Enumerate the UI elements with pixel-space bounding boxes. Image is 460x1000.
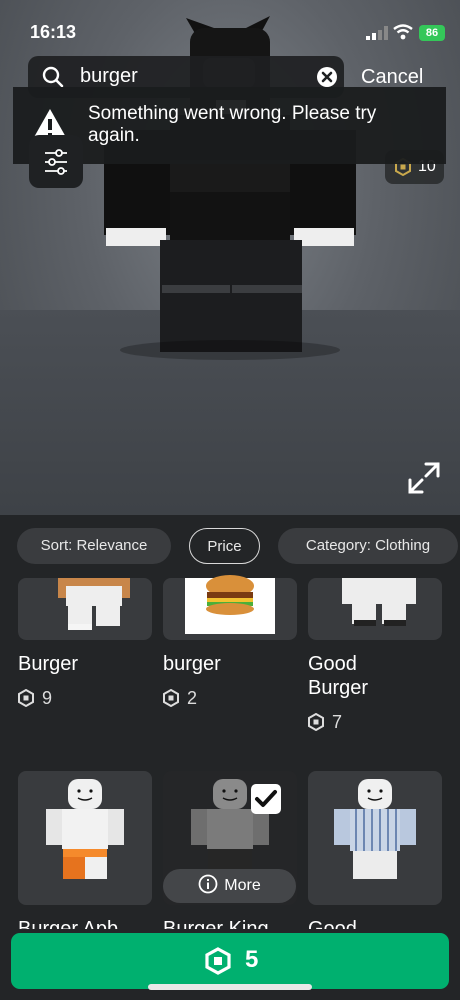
home-indicator xyxy=(148,984,312,990)
item-name: Good xyxy=(308,918,357,929)
robux-icon xyxy=(18,688,34,708)
item-name: Burger Apb... xyxy=(18,918,135,929)
battery-indicator: 86 xyxy=(419,25,445,41)
item-price: 9 xyxy=(18,688,52,709)
item-thumbnail[interactable] xyxy=(18,771,152,905)
filter-button[interactable] xyxy=(29,135,83,188)
item-price: 2 xyxy=(163,688,197,709)
item-thumbnail[interactable] xyxy=(18,506,152,640)
status-bar: 16:13 86 xyxy=(0,0,460,60)
cancel-button[interactable]: Cancel xyxy=(361,66,423,89)
item-price-value: 9 xyxy=(42,688,53,708)
wifi-icon xyxy=(393,24,413,40)
error-message: Something went wrong. Please try again. xyxy=(88,103,377,146)
robux-icon xyxy=(205,947,231,975)
item-name: Good Burger xyxy=(308,653,369,699)
checkmark-icon xyxy=(255,790,277,807)
robux-icon xyxy=(163,688,179,708)
more-label: More xyxy=(224,877,261,894)
search-icon xyxy=(42,66,64,88)
item-name: Burger King xyxy=(163,918,269,929)
buy-button[interactable]: 5 xyxy=(11,933,449,989)
selected-checkbox[interactable] xyxy=(251,784,281,814)
item-thumbnail[interactable] xyxy=(308,506,442,640)
search-input[interactable]: burger xyxy=(80,65,138,88)
item-thumbnail[interactable] xyxy=(163,506,297,640)
item-price: 7 xyxy=(308,712,342,733)
sliders-icon xyxy=(45,149,67,175)
signal-icon xyxy=(366,26,388,40)
item-price-value: 7 xyxy=(332,712,343,732)
more-info-button[interactable]: More xyxy=(163,869,296,903)
robux-icon xyxy=(308,712,324,732)
buy-price: 5 xyxy=(245,946,259,973)
item-thumbnail[interactable] xyxy=(308,771,442,905)
info-icon xyxy=(198,874,218,894)
status-time: 16:13 xyxy=(30,22,77,42)
item-name: burger xyxy=(163,653,221,675)
item-name: Burger xyxy=(18,653,79,675)
expand-icon[interactable] xyxy=(406,460,442,501)
clear-search-icon[interactable] xyxy=(316,66,338,88)
item-price-value: 2 xyxy=(187,688,198,708)
